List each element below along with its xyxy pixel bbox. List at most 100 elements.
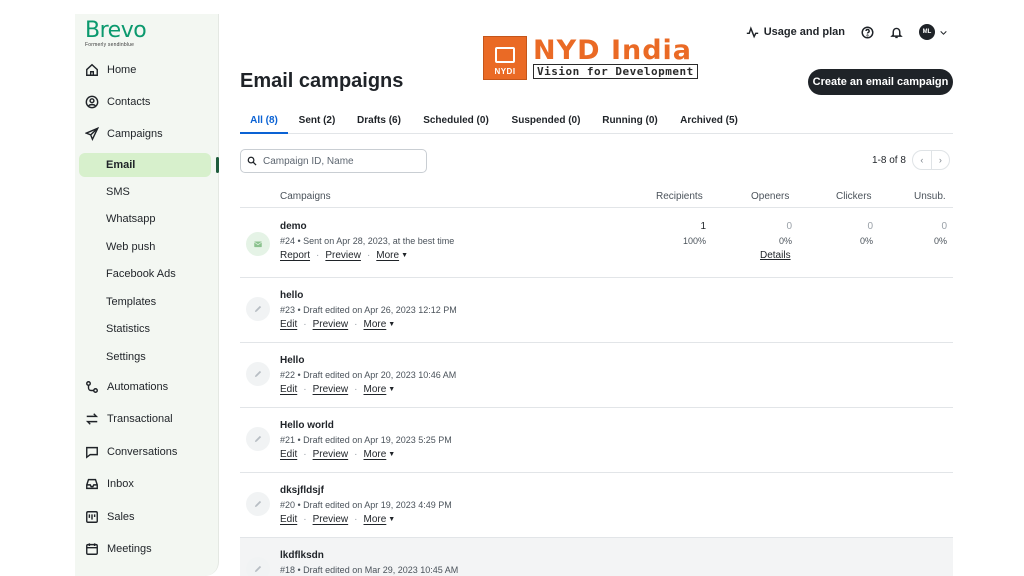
- details-link[interactable]: Details: [760, 250, 791, 261]
- more-menu[interactable]: More: [364, 384, 387, 395]
- table-row[interactable]: Hello world #21 • Draft edited on Apr 19…: [240, 408, 953, 473]
- recipients-count: 1: [700, 221, 706, 232]
- clickers-percent: 0%: [859, 236, 873, 246]
- sales-icon: [85, 510, 99, 524]
- pagination-label: 1-8 of 8: [872, 154, 906, 166]
- sidebar-subitem-email[interactable]: Email: [79, 153, 211, 177]
- send-icon: [85, 127, 99, 141]
- calendar-icon: [85, 542, 99, 556]
- sidebar-item-transactional[interactable]: Transactional: [75, 407, 219, 431]
- usage-and-plan-link[interactable]: Usage and plan: [746, 25, 845, 39]
- preview-link[interactable]: Preview: [313, 384, 349, 395]
- edit-link[interactable]: Edit: [280, 319, 297, 330]
- table-row[interactable]: hello #23 • Draft edited on Apr 26, 2023…: [240, 278, 953, 343]
- tab-drafts[interactable]: Drafts (6): [354, 110, 404, 134]
- tab-scheduled[interactable]: Scheduled (0): [420, 110, 492, 134]
- tab-all[interactable]: All (8): [240, 110, 288, 134]
- sidebar-item-label: Inbox: [107, 478, 134, 490]
- unsub-count: 0: [941, 221, 947, 232]
- campaign-name[interactable]: lkdflksdn: [280, 550, 324, 561]
- bell-icon[interactable]: [890, 26, 903, 39]
- pencil-icon: [246, 297, 270, 321]
- sidebar-item-sales[interactable]: Sales: [75, 505, 219, 529]
- activity-icon: [746, 25, 758, 38]
- tab-suspended[interactable]: Suspended (0): [508, 110, 584, 134]
- table-row[interactable]: lkdflksdn #18 • Draft edited on Mar 29, …: [240, 538, 953, 576]
- more-menu[interactable]: More: [364, 514, 387, 525]
- search-field[interactable]: [240, 149, 427, 173]
- more-menu[interactable]: More: [364, 319, 387, 330]
- account-menu[interactable]: ML: [919, 24, 948, 40]
- sidebar-subitem-web-push[interactable]: Web push: [79, 235, 211, 259]
- campaign-meta: #22 • Draft edited on Apr 20, 2023 10:46…: [280, 370, 457, 380]
- page-title: Email campaigns: [240, 70, 404, 92]
- col-openers[interactable]: Openers: [751, 191, 789, 202]
- sidebar-subitem-facebook-ads[interactable]: Facebook Ads: [79, 262, 211, 286]
- sidebar-item-label: Transactional: [107, 413, 173, 425]
- sidebar-subitem-sms[interactable]: SMS: [79, 180, 211, 204]
- table-row[interactable]: dksjfldsjf #20 • Draft edited on Apr 19,…: [240, 473, 953, 538]
- campaign-name[interactable]: Hello: [280, 355, 304, 366]
- campaign-name[interactable]: demo: [280, 221, 307, 232]
- sidebar-item-inbox[interactable]: Inbox: [75, 472, 219, 496]
- brand-logo[interactable]: Brevo Formerly sendinblue: [85, 18, 147, 48]
- sidebar-item-campaigns[interactable]: Campaigns: [75, 122, 219, 146]
- sidebar-item-label: Home: [107, 64, 137, 76]
- search-input[interactable]: [263, 155, 413, 167]
- chat-icon: [85, 445, 99, 459]
- clickers-count: 0: [867, 221, 873, 232]
- nyd-tagline: Vision for Development: [533, 64, 698, 79]
- more-menu[interactable]: More: [376, 250, 399, 261]
- pencil-icon: [246, 427, 270, 451]
- col-campaigns[interactable]: Campaigns: [280, 191, 331, 202]
- col-recipients[interactable]: Recipients: [656, 191, 703, 202]
- sidebar-item-conversations[interactable]: Conversations: [75, 440, 219, 464]
- sidebar-item-meetings[interactable]: Meetings: [75, 537, 219, 561]
- campaign-name[interactable]: hello: [280, 290, 303, 301]
- email-sent-icon: [246, 232, 270, 256]
- sidebar-item-label: Campaigns: [107, 128, 163, 140]
- preview-link[interactable]: Preview: [313, 319, 349, 330]
- report-link[interactable]: Report: [280, 250, 310, 261]
- edit-link[interactable]: Edit: [280, 384, 297, 395]
- nyd-india-watermark: NYDI NYD India Vision for Development: [483, 35, 701, 81]
- sidebar-item-home[interactable]: Home: [75, 58, 219, 82]
- tab-sent[interactable]: Sent (2): [295, 110, 339, 134]
- caret-down-icon: ▼: [388, 321, 396, 328]
- automation-icon: [85, 380, 99, 394]
- table-row[interactable]: demo #24 • Sent on Apr 28, 2023, at the …: [240, 209, 953, 278]
- preview-link[interactable]: Preview: [313, 449, 349, 460]
- sidebar-subitem-whatsapp[interactable]: Whatsapp: [79, 207, 211, 231]
- help-icon[interactable]: [861, 25, 874, 39]
- campaign-name[interactable]: dksjfldsjf: [280, 485, 324, 496]
- active-item-marker: [216, 157, 219, 173]
- sidebar-item-contacts[interactable]: Contacts: [75, 90, 219, 114]
- unsub-percent: 0%: [933, 236, 947, 246]
- col-clickers[interactable]: Clickers: [836, 191, 872, 202]
- next-page-button[interactable]: ›: [930, 151, 949, 169]
- preview-link[interactable]: Preview: [313, 514, 349, 525]
- sidebar-item-label: Automations: [107, 381, 169, 393]
- preview-link[interactable]: Preview: [325, 250, 361, 261]
- sidebar-subitem-statistics[interactable]: Statistics: [79, 317, 211, 341]
- sidebar-subitem-settings[interactable]: Settings: [79, 345, 211, 369]
- tab-archived[interactable]: Archived (5): [677, 110, 741, 134]
- pencil-icon: [246, 557, 270, 576]
- pencil-icon: [246, 362, 270, 386]
- nyd-title: NYD India: [533, 35, 693, 66]
- tab-running[interactable]: Running (0): [599, 110, 661, 134]
- create-email-campaign-button[interactable]: Create an email campaign: [808, 69, 953, 95]
- sidebar-subitem-templates[interactable]: Templates: [79, 290, 211, 314]
- table-row[interactable]: Hello #22 • Draft edited on Apr 20, 2023…: [240, 343, 953, 408]
- prev-page-button[interactable]: ‹: [913, 151, 931, 169]
- sidebar-item-automations[interactable]: Automations: [75, 375, 219, 399]
- edit-link[interactable]: Edit: [280, 514, 297, 525]
- home-icon: [85, 63, 99, 77]
- col-unsub[interactable]: Unsub.: [914, 191, 946, 202]
- openers-percent: 0%: [778, 236, 792, 246]
- campaign-name[interactable]: Hello world: [280, 420, 334, 431]
- edit-link[interactable]: Edit: [280, 449, 297, 460]
- sidebar-item-label: Conversations: [107, 446, 178, 458]
- brand-name: Brevo: [85, 18, 147, 43]
- more-menu[interactable]: More: [364, 449, 387, 460]
